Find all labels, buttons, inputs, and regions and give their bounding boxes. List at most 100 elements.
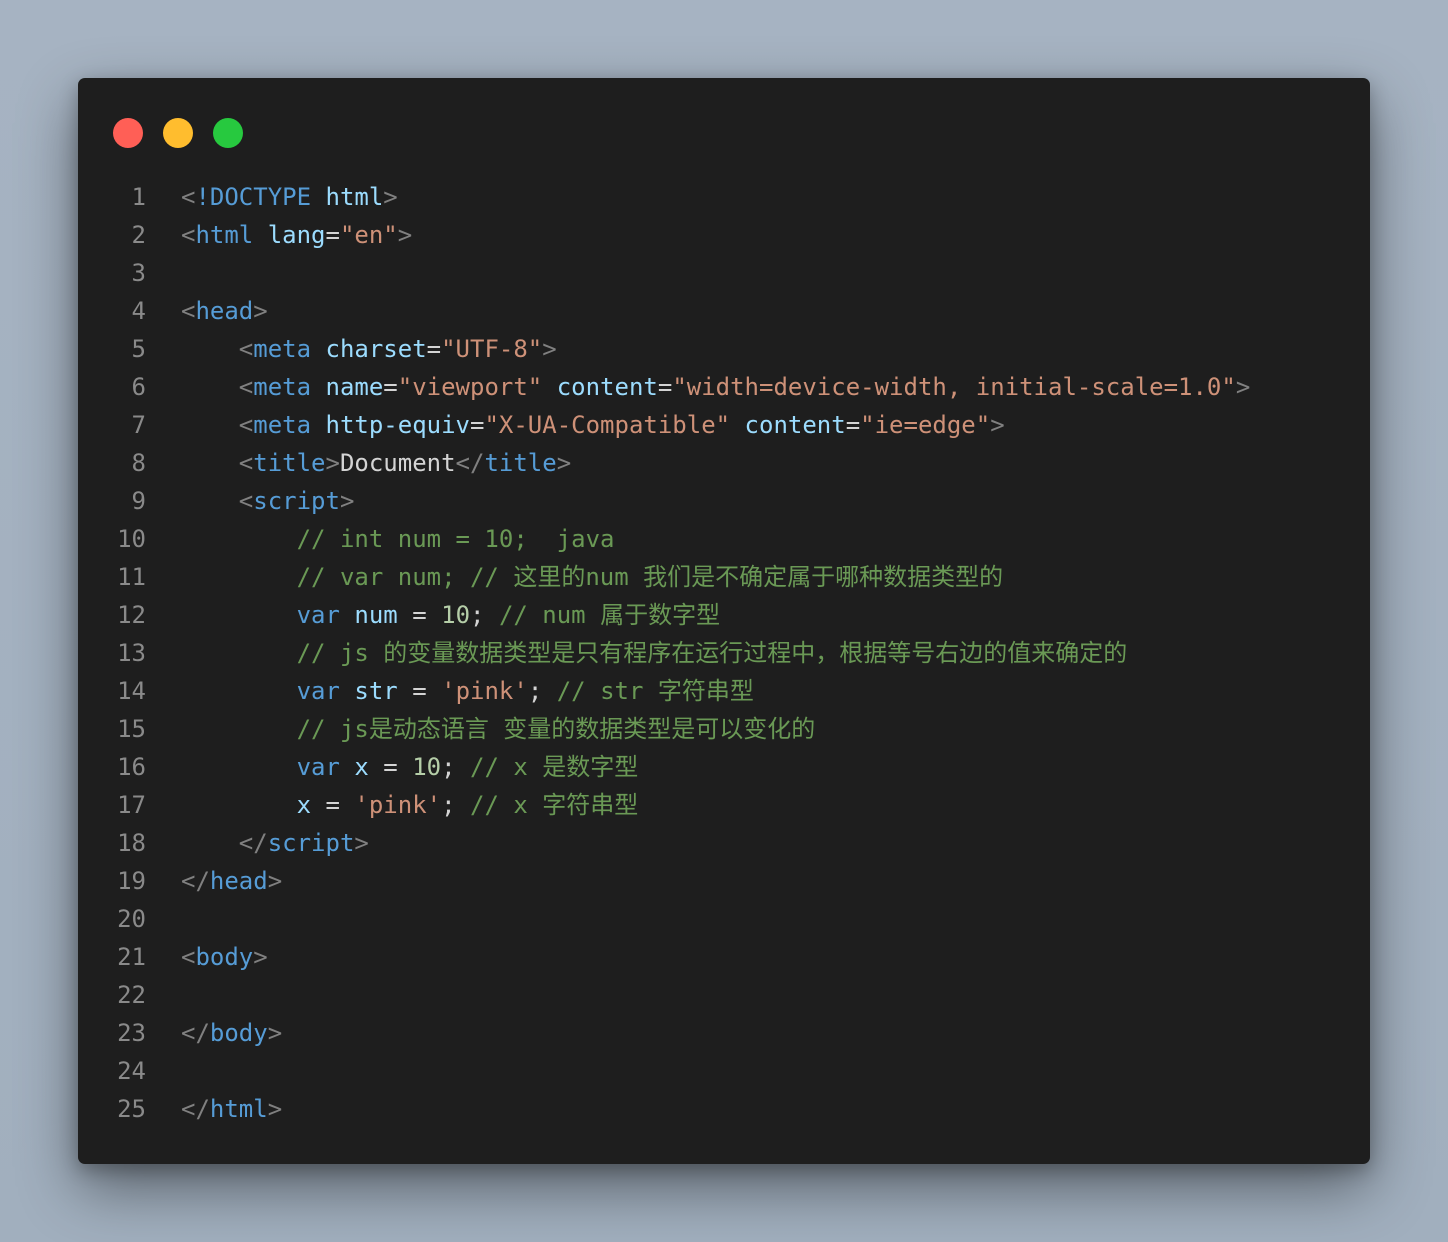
token-attr: content <box>744 411 846 439</box>
token-text: = <box>470 411 485 439</box>
token-keyword: var <box>296 753 340 781</box>
token-punct: < <box>238 335 254 363</box>
line-number: 7 <box>131 411 146 439</box>
code-line: 9 <script> <box>78 482 1370 520</box>
line-content: <html lang="en"> <box>181 216 412 254</box>
token-comment: // var num; // 这里的num 我们是不确定属于哪种数据类型的 <box>296 563 1004 591</box>
line-content: <body> <box>181 938 268 976</box>
line-content: x = 'pink'; // x 字符串型 <box>181 786 639 824</box>
token-text: = <box>397 677 442 705</box>
code-line: 13 // js 的变量数据类型是只有程序在运行过程中，根据等号右边的值来确定的 <box>78 634 1370 672</box>
line-content: // js 的变量数据类型是只有程序在运行过程中，根据等号右边的值来确定的 <box>181 634 1128 672</box>
line-number: 1 <box>131 183 146 211</box>
line-number: 2 <box>131 221 146 249</box>
token-comment: // x 字符串型 <box>470 791 639 819</box>
code-line: 19 </head> <box>78 862 1370 900</box>
token-attr: charset <box>325 335 427 363</box>
close-button[interactable] <box>113 118 143 148</box>
line-number: 13 <box>117 639 146 667</box>
token-punct: > <box>267 1095 283 1123</box>
line-number: 5 <box>131 335 146 363</box>
line-content: var x = 10; // x 是数字型 <box>181 748 639 786</box>
line-content: </script> <box>181 824 369 862</box>
line-number: 3 <box>131 259 146 287</box>
token-variable: num <box>354 601 398 629</box>
token-text: ; <box>441 791 471 819</box>
line-number: 6 <box>131 373 146 401</box>
token-tag: meta <box>253 373 312 401</box>
line-content: // js是动态语言 变量的数据类型是可以变化的 <box>181 710 816 748</box>
token-text: ; <box>527 677 557 705</box>
line-number: 21 <box>117 943 146 971</box>
token-comment: // x 是数字型 <box>470 753 639 781</box>
token-text: = <box>325 221 340 249</box>
code-line: 11 // var num; // 这里的num 我们是不确定属于哪种数据类型的 <box>78 558 1370 596</box>
token-tag: meta <box>253 411 312 439</box>
token-punct: > <box>253 297 268 325</box>
token-number: 10 <box>441 601 471 629</box>
line-number: 22 <box>117 981 146 1009</box>
token-tag: head <box>209 867 268 895</box>
token-tag: title <box>253 449 326 477</box>
token-punct: </ <box>181 867 210 895</box>
line-content: <head> <box>181 292 268 330</box>
code-line: 23 </body> <box>78 1014 1370 1052</box>
token-text: = <box>383 373 398 401</box>
line-content: <!DOCTYPE html> <box>181 178 398 216</box>
line-content: <script> <box>181 482 355 520</box>
line-number: 12 <box>117 601 146 629</box>
token-text: = <box>397 601 442 629</box>
minimize-button[interactable] <box>163 118 193 148</box>
token-punct: </ <box>181 1019 210 1047</box>
token-tag: script <box>267 829 355 857</box>
token-tag: script <box>253 487 340 515</box>
code-line: 17 x = 'pink'; // x 字符串型 <box>78 786 1370 824</box>
code-line: 1 <!DOCTYPE html> <box>78 178 1370 216</box>
token-punct: > <box>267 867 283 895</box>
token-variable: x <box>296 791 312 819</box>
line-content: var str = 'pink'; // str 字符串型 <box>181 672 754 710</box>
line-content: var num = 10; // num 属于数字型 <box>181 596 721 634</box>
token-text: ; <box>441 753 471 781</box>
code-line: 6 <meta name="viewport" content="width=d… <box>78 368 1370 406</box>
token-variable: x <box>354 753 369 781</box>
code-line: 25 </html> <box>78 1090 1370 1128</box>
line-content: </head> <box>181 862 282 900</box>
token-text: = <box>311 791 355 819</box>
token-comment: // int num = 10; java <box>296 525 615 553</box>
code-line: 24 <box>78 1052 1370 1090</box>
code-line: 15 // js是动态语言 变量的数据类型是可以变化的 <box>78 710 1370 748</box>
code-line: 16 var x = 10; // x 是数字型 <box>78 748 1370 786</box>
line-number: 16 <box>117 753 146 781</box>
line-content: <meta http-equiv="X-UA-Compatible" conte… <box>181 406 1005 444</box>
token-punct: </ <box>238 829 268 857</box>
code-line: 4 <head> <box>78 292 1370 330</box>
token-tag: !DOCTYPE <box>195 183 312 211</box>
token-punct: > <box>253 943 268 971</box>
token-punct: > <box>339 487 355 515</box>
token-punct: > <box>325 449 340 477</box>
token-punct: > <box>354 829 369 857</box>
token-punct: < <box>238 411 254 439</box>
code-line: 20 <box>78 900 1370 938</box>
code-line: 8 <title>Document</title> <box>78 444 1370 482</box>
token-punct: </ <box>181 1095 210 1123</box>
token-punct: < <box>181 221 196 249</box>
zoom-button[interactable] <box>213 118 243 148</box>
token-punct: < <box>238 449 254 477</box>
line-number: 25 <box>117 1095 146 1123</box>
line-number: 20 <box>117 905 146 933</box>
token-attr: html <box>325 183 384 211</box>
